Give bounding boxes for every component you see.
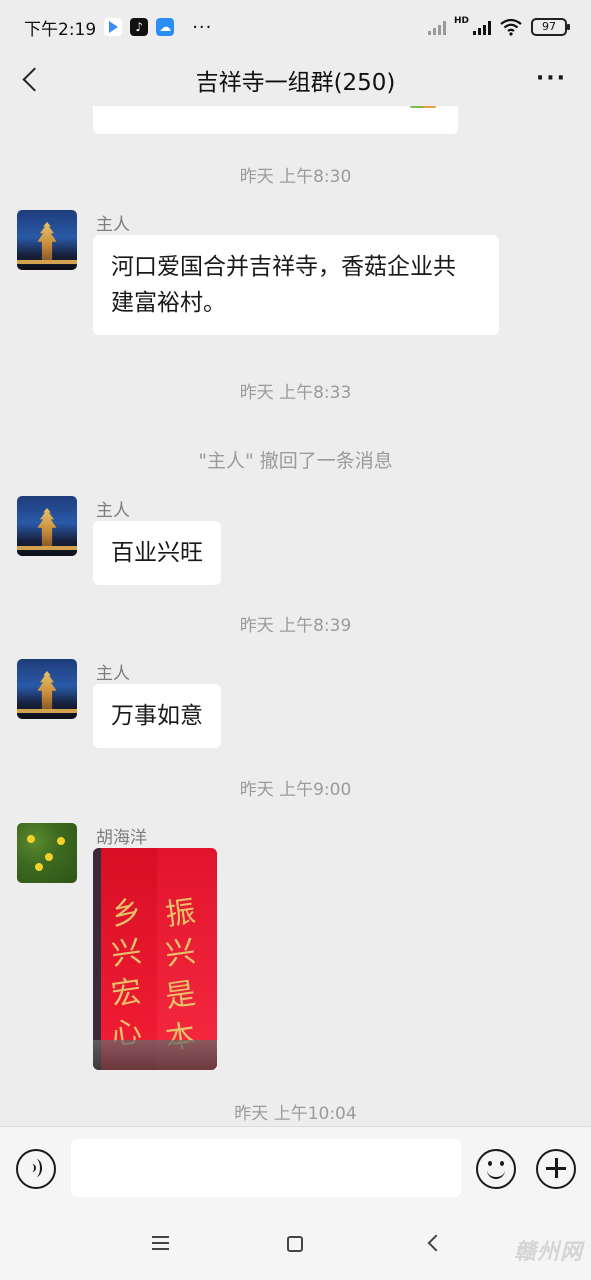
timestamp: 昨天 上午8:30: [239, 167, 352, 187]
battery-icon: 97: [531, 18, 570, 36]
signal-icon-2: [473, 19, 491, 35]
message-text: 百业兴旺: [111, 540, 203, 566]
signal-icon: [427, 19, 446, 35]
wifi-icon: [500, 18, 522, 36]
image-message[interactable]: 乡 振 兴 兴 宏 是 心 本: [93, 848, 217, 1070]
timestamp: 昨天 上午9:00: [239, 780, 352, 800]
chat-title: 吉祥寺一组群(250): [195, 70, 396, 96]
timestamp: 昨天 上午8:33: [239, 383, 352, 403]
input-bar: [0, 1126, 591, 1210]
message-text: 万事如意: [111, 703, 203, 729]
avatar[interactable]: [17, 496, 77, 556]
message-text-line: 建富裕村。: [111, 290, 226, 316]
message-bubble[interactable]: 万事如意: [93, 684, 221, 748]
watermark: 赣州网: [513, 1240, 583, 1265]
timestamp: 昨天 上午10:04: [234, 1104, 357, 1124]
status-bar: 下午2:19 ♪ ☁ ··· HD 97: [0, 0, 591, 54]
more-functions-button[interactable]: [536, 1149, 576, 1189]
emoji-button[interactable]: [476, 1149, 516, 1189]
message-item: 主人 万事如意: [17, 659, 577, 749]
avatar[interactable]: [17, 659, 77, 719]
recall-notice: "主人" 撤回了一条消息: [198, 450, 393, 472]
sender-name: 主人: [96, 664, 130, 684]
battery-level: 97: [542, 20, 556, 33]
more-options-button[interactable]: ···: [536, 66, 567, 91]
message-text-line: 河口爱国合并吉祥寺，香菇企业共: [111, 254, 456, 280]
previous-message-bubble[interactable]: [93, 106, 458, 134]
voice-input-button[interactable]: [16, 1149, 56, 1189]
chat-area[interactable]: 昨天 上午8:30 主人 河口爱国合并吉祥寺，香菇企业共 建富裕村。 昨天 上午…: [0, 106, 591, 1126]
message-input[interactable]: [71, 1139, 461, 1197]
nav-back-icon[interactable]: [427, 1234, 445, 1252]
home-icon[interactable]: [287, 1236, 303, 1252]
avatar[interactable]: [17, 210, 77, 270]
status-time: 下午2:19: [24, 19, 97, 40]
chat-header: 吉祥寺一组群(250) ···: [0, 54, 591, 106]
hd-label: HD: [453, 16, 469, 26]
sender-name: 主人: [96, 501, 130, 521]
timestamp: 昨天 上午8:39: [239, 616, 352, 636]
play-icon: [104, 18, 123, 36]
avatar[interactable]: [17, 823, 77, 883]
menu-icon[interactable]: [152, 1236, 169, 1250]
message-bubble[interactable]: 百业兴旺: [93, 521, 221, 585]
system-nav-bar: 赣州网: [0, 1210, 591, 1280]
message-bubble[interactable]: 河口爱国合并吉祥寺，香菇企业共 建富裕村。: [93, 235, 499, 335]
sender-name: 主人: [96, 215, 130, 235]
message-item: 胡海洋 乡 振 兴 兴 宏 是 心 本: [17, 823, 577, 1073]
cloud-icon: ☁: [156, 18, 175, 36]
sender-name: 胡海洋: [96, 828, 147, 848]
message-item: 主人 百业兴旺: [17, 496, 577, 586]
back-button[interactable]: [18, 66, 46, 94]
tiktok-icon: ♪: [130, 18, 149, 36]
message-item: 主人 河口爱国合并吉祥寺，香菇企业共 建富裕村。: [17, 210, 577, 336]
status-more-icon: ···: [192, 16, 213, 38]
